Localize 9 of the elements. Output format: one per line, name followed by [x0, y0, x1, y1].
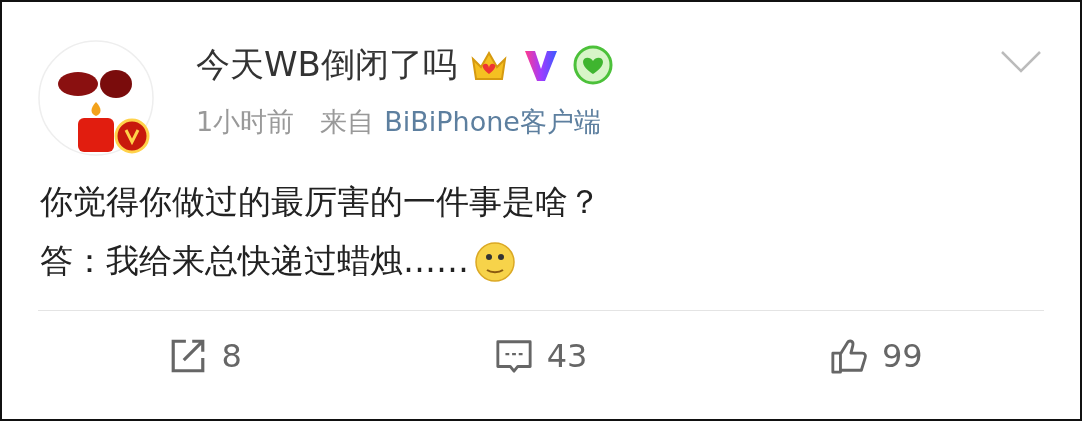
post-time: 1小时前 [196, 105, 295, 139]
post-text: 你觉得你做过的最厉害的一件事是啥？ [40, 181, 601, 223]
like-button[interactable]: 99 [708, 337, 1044, 375]
post-text: 答：我给来总快递过蜡烛…… [40, 240, 469, 282]
user-name[interactable]: 今天WB倒闭了吗 [196, 42, 457, 88]
source-link[interactable]: BiBiPhone客户端 [384, 104, 601, 140]
repost-button[interactable]: 8 [38, 337, 374, 375]
source-label: 来自 [320, 105, 375, 139]
comment-button[interactable]: 43 [373, 337, 709, 375]
